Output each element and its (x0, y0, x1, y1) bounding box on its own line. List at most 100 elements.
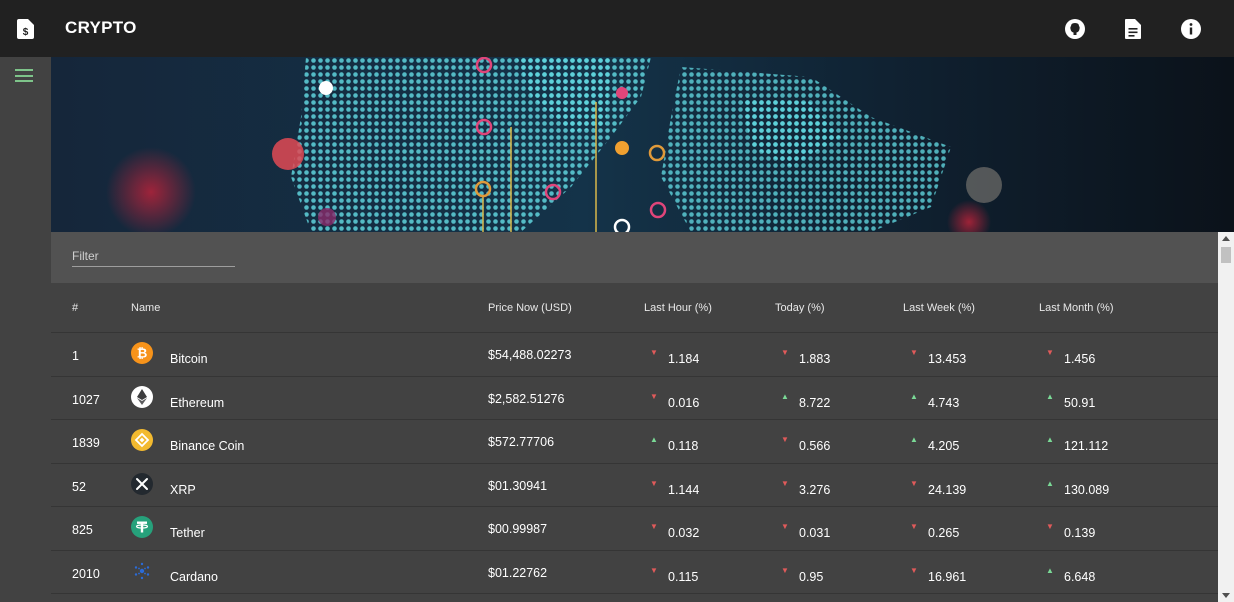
column-header-price[interactable]: Price Now (USD) (488, 302, 572, 314)
percent-value: 6.648 (1064, 569, 1096, 584)
rank-cell: 52 (72, 479, 86, 494)
document-icon[interactable] (1122, 18, 1144, 40)
trend-up-icon: ▲ (1046, 391, 1054, 401)
rank-cell: 1027 (72, 392, 100, 407)
scroll-down-arrow-icon[interactable] (1222, 593, 1230, 598)
price-cell: $01.30941 (488, 478, 548, 493)
rank-cell: 1839 (72, 436, 100, 450)
price-cell: $00.99987 (488, 522, 548, 536)
ethereum-icon (131, 385, 153, 408)
trend-down-icon: ▼ (781, 565, 789, 575)
trend-down-icon: ▼ (781, 435, 789, 444)
coin-name-cell: Cardano (170, 569, 218, 584)
percent-value: 4.743 (928, 395, 960, 410)
trend-down-icon: ▼ (650, 565, 658, 575)
cardano-icon (134, 562, 150, 579)
binance-coin-icon (131, 429, 153, 451)
xrp-icon (131, 472, 153, 495)
bitcoin-icon: ₿ (131, 342, 153, 364)
trend-down-icon: ▼ (910, 522, 918, 531)
filter-input[interactable] (72, 245, 235, 266)
price-cell: $01.22762 (488, 565, 548, 580)
percent-value: 0.115 (668, 569, 699, 584)
price-cell: $2,582.51276 (488, 391, 565, 406)
info-icon[interactable] (1180, 18, 1202, 40)
percent-value: 0.95 (799, 569, 824, 584)
column-header-last-hour[interactable]: Last Hour (%) (644, 302, 712, 314)
side-nav (0, 57, 51, 602)
tether-icon (131, 516, 153, 538)
coin-name-cell: Tether (170, 526, 205, 540)
filter-bar (51, 232, 1218, 283)
table-row[interactable]: 825 Tether $00.99987 ▼ 0.032 ▼ 0.031 ▼ 0.26… (51, 507, 1218, 551)
percent-value: 0.566 (799, 439, 831, 453)
trend-down-icon: ▼ (910, 565, 918, 575)
world-map-banner (51, 57, 1234, 232)
trend-down-icon: ▼ (650, 478, 658, 488)
trend-up-icon: ▲ (1046, 435, 1054, 444)
column-header-last-month[interactable]: Last Month (%) (1039, 302, 1114, 314)
percent-value: 4.205 (928, 439, 960, 453)
trend-down-icon: ▼ (910, 478, 918, 488)
table-header-row: # Name Price Now (USD) Last Hour (%) Tod… (51, 283, 1218, 333)
filter-field[interactable] (72, 245, 235, 267)
percent-value: 50.91 (1064, 395, 1096, 410)
table-row[interactable]: 1839 Binance Coin $572.77706 ▲ 0.118 ▼ 0.5… (51, 420, 1218, 464)
percent-value: 13.453 (928, 352, 967, 366)
svg-text:$: $ (23, 27, 29, 38)
scroll-thumb[interactable] (1221, 247, 1231, 263)
coin-name-cell: Binance Coin (170, 439, 245, 453)
coin-name-cell: Ethereum (170, 395, 225, 410)
rank-cell: 1 (72, 349, 79, 363)
table-row[interactable]: 1027 Ethereum $2,582.51276 ▼ 0.016 ▲ 8.722… (51, 377, 1218, 420)
trend-up-icon: ▲ (781, 391, 789, 401)
column-header-today[interactable]: Today (%) (775, 302, 825, 314)
percent-value: 3.276 (799, 482, 831, 497)
table-row[interactable]: 52 XRP $01.30941 ▼ 1.144 ▼ 3.276 ▼ 24.139 ▲… (51, 464, 1218, 507)
trend-up-icon: ▲ (1046, 478, 1054, 488)
percent-value: 8.722 (799, 395, 831, 410)
percent-value: 130.089 (1064, 482, 1110, 497)
percent-value: 1.184 (668, 352, 700, 366)
table-row[interactable]: 1 ₿ Bitcoin $54,488.02273 ▼ 1.184 ▼ 1.883 … (51, 333, 1218, 377)
trend-down-icon: ▼ (650, 522, 658, 531)
github-icon[interactable] (1064, 18, 1086, 40)
table-row[interactable]: 2010 Cardano $01.22762 ▼ 0.115 ▼ 0.95 ▼ 16.… (51, 551, 1218, 594)
receipt-dollar-icon: $ (17, 19, 34, 39)
percent-value: 0.139 (1064, 526, 1096, 540)
percent-value: 121.112 (1064, 439, 1109, 453)
trend-down-icon: ▼ (650, 348, 658, 357)
percent-value: 1.144 (668, 482, 700, 497)
trend-up-icon: ▲ (910, 391, 918, 401)
trend-down-icon: ▼ (781, 348, 789, 357)
scroll-up-arrow-icon[interactable] (1222, 236, 1230, 241)
coin-name-cell: XRP (170, 482, 196, 497)
trend-down-icon: ▼ (910, 348, 918, 357)
trend-up-icon: ▲ (1046, 565, 1054, 575)
column-header-name[interactable]: Name (131, 302, 160, 314)
rank-cell: 2010 (72, 566, 100, 581)
trend-up-icon: ▲ (910, 435, 918, 444)
percent-value: 0.016 (668, 395, 700, 410)
trend-down-icon: ▼ (1046, 522, 1054, 531)
percent-value: 24.139 (928, 482, 967, 497)
price-cell: $572.77706 (488, 435, 555, 449)
column-header-last-week[interactable]: Last Week (%) (903, 302, 975, 314)
top-app-bar: $ CRYPTO (0, 0, 1234, 57)
crypto-table-card: # Name Price Now (USD) Last Hour (%) Tod… (51, 232, 1218, 602)
trend-down-icon: ▼ (1046, 348, 1054, 357)
trend-up-icon: ▲ (650, 435, 658, 444)
app-title: CRYPTO (65, 18, 137, 37)
crypto-table: # Name Price Now (USD) Last Hour (%) Tod… (51, 283, 1218, 594)
percent-value: 1.883 (799, 352, 831, 366)
trend-down-icon: ▼ (781, 478, 789, 488)
column-header-rank[interactable]: # (72, 302, 78, 314)
percent-value: 0.032 (668, 526, 700, 540)
percent-value: 0.031 (799, 526, 831, 540)
vertical-scrollbar[interactable] (1218, 232, 1234, 602)
menu-icon[interactable] (15, 69, 35, 85)
trend-down-icon: ▼ (650, 391, 658, 401)
percent-value: 0.265 (928, 526, 960, 540)
svg-text:₿: ₿ (137, 346, 148, 361)
trend-down-icon: ▼ (781, 522, 789, 531)
